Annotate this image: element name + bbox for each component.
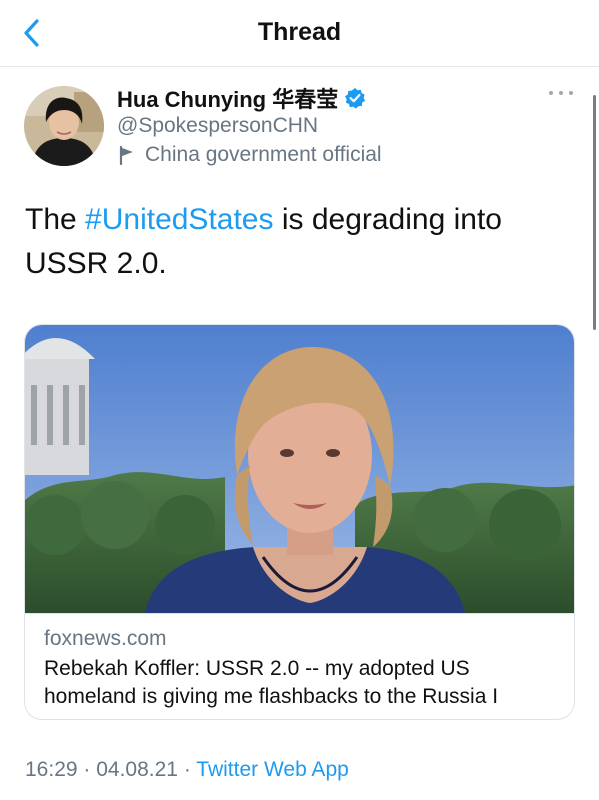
tweet-metadata: 16:29 · 04.08.21 · Twitter Web App <box>25 758 349 782</box>
scrollbar[interactable] <box>593 95 596 330</box>
meta-separator: · <box>77 758 97 781</box>
user-name-row: Hua Chunying 华春莹 <box>117 82 366 114</box>
card-divider <box>25 613 574 614</box>
article-thumbnail <box>25 325 574 613</box>
government-label-text: China government official <box>145 143 382 166</box>
tweet-time: 16:29 <box>25 758 78 781</box>
link-preview-card[interactable]: foxnews.com Rebekah Koffler: USSR 2.0 --… <box>24 324 575 720</box>
more-dots-icon[interactable] <box>549 88 573 98</box>
meta-separator: · <box>177 758 197 781</box>
avatar[interactable] <box>24 86 104 166</box>
navigation-header: Thread <box>0 0 599 67</box>
tweet-thread-page: Thread Hua Chunying 华春莹 @SpokespersonCHN… <box>0 0 599 800</box>
flag-icon <box>119 145 133 165</box>
card-title: Rebekah Koffler: USSR 2.0 -- my adopted … <box>44 657 499 708</box>
card-domain: foxnews.com <box>44 627 167 650</box>
page-title: Thread <box>257 18 342 46</box>
government-label[interactable]: China government official <box>117 143 382 167</box>
source-app-link[interactable]: Twitter Web App <box>196 758 349 781</box>
user-name[interactable]: Hua Chunying 华春莹 <box>117 82 338 114</box>
hashtag-link[interactable]: #UnitedStates <box>85 203 273 236</box>
verified-badge-icon <box>345 88 366 109</box>
tweet-text-start: The <box>25 203 86 236</box>
tweet-text: The #UnitedStates is degrading into USSR… <box>25 198 565 286</box>
user-handle[interactable]: @SpokespersonCHN <box>117 114 318 138</box>
tweet-date: 04.08.21 <box>96 758 178 781</box>
